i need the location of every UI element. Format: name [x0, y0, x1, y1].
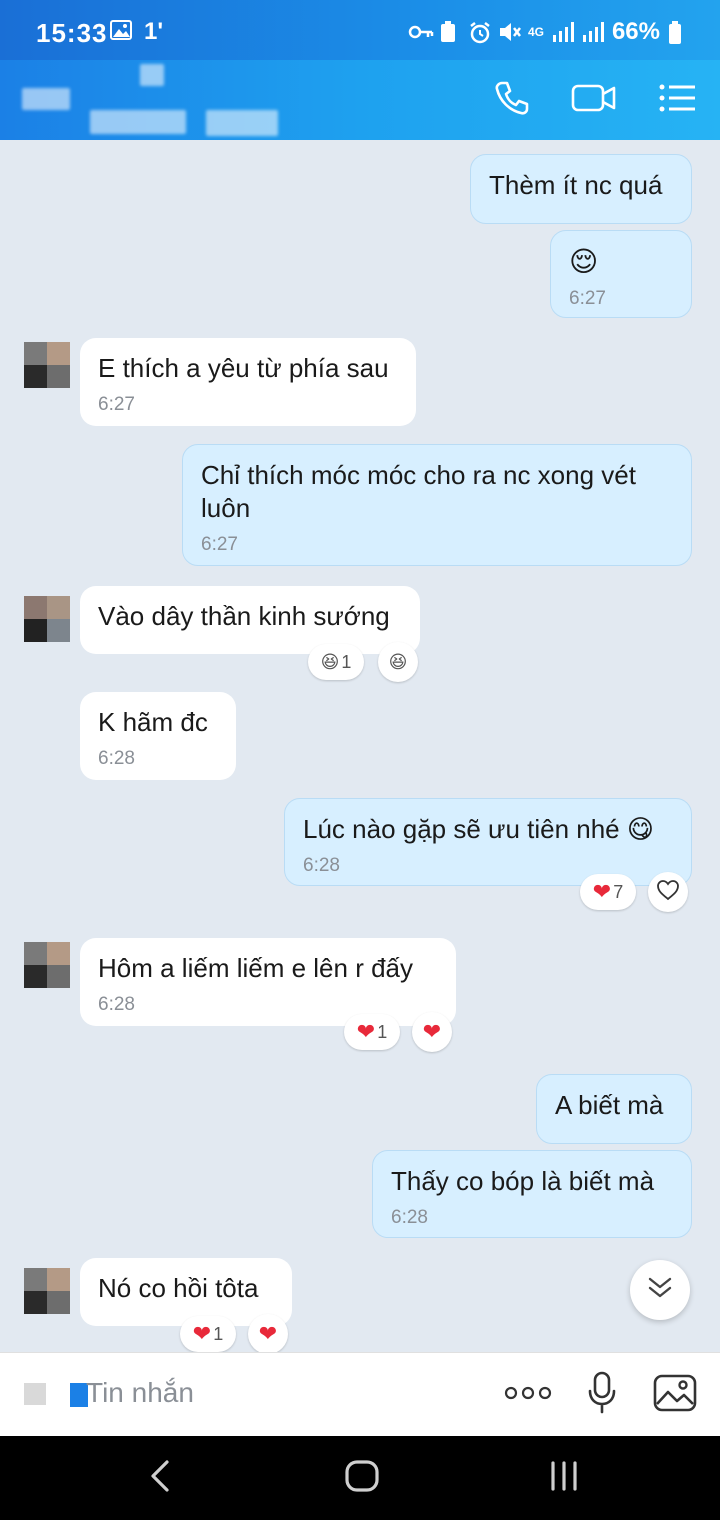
add-reaction-button[interactable] — [648, 872, 688, 912]
message-time: 6:27 — [569, 288, 606, 309]
gallery-button[interactable] — [652, 1373, 698, 1417]
heart-reaction-icon: ❤ — [192, 1321, 212, 1346]
message-text: Thấy co bóp là biết mà — [391, 1166, 655, 1196]
message-bubble-outgoing[interactable]: A biết mà — [536, 1074, 692, 1144]
double-chevron-down-icon — [647, 1276, 673, 1305]
options-menu-button[interactable] — [654, 78, 702, 122]
voice-record-button[interactable] — [584, 1371, 620, 1420]
battery-percent: 66% — [611, 18, 660, 45]
gallery-icon — [110, 20, 132, 45]
message-bubble-outgoing[interactable]: 😌 6:27 — [550, 230, 692, 318]
heart-outline-icon — [656, 879, 680, 906]
message-bubble-incoming[interactable]: Hôm a liếm liếm e lên r đấy 6:28 — [80, 938, 456, 1026]
menu-icon — [658, 82, 698, 119]
message-text: E thích a yêu từ phía sau — [98, 353, 389, 383]
avatar[interactable] — [24, 342, 70, 388]
message-input-bar: Tin nhắn — [0, 1352, 720, 1436]
reaction-count: 1 — [341, 651, 352, 672]
heart-reaction-icon: ❤ — [356, 1019, 376, 1044]
status-time: 15:33 — [36, 18, 108, 48]
battery-icon — [668, 21, 690, 44]
add-reaction-button[interactable]: ❤ — [412, 1012, 452, 1052]
reaction-summary[interactable]: 😆 1 — [308, 644, 364, 680]
message-text: Nó co hồi tôta — [98, 1273, 259, 1303]
sticker-icon[interactable] — [24, 1383, 46, 1405]
network-type: 4G — [527, 25, 544, 39]
scroll-to-bottom-button[interactable] — [630, 1260, 690, 1320]
message-text: 😌 — [569, 246, 599, 277]
recents-button[interactable] — [544, 1458, 584, 1498]
back-button[interactable] — [140, 1458, 180, 1498]
reaction-count: 1 — [213, 1323, 224, 1344]
system-navigation-bar — [0, 1436, 720, 1520]
recycle-icon — [438, 21, 460, 43]
status-extra: 1' — [144, 18, 164, 45]
message-bubble-incoming[interactable]: K hãm đc 6:28 — [80, 692, 236, 780]
message-input[interactable]: Tin nhắn — [86, 1377, 194, 1409]
video-icon — [571, 81, 617, 120]
video-call-button[interactable] — [570, 78, 618, 122]
message-bubble-incoming[interactable]: Vào dây thần kinh sướng — [80, 586, 420, 654]
key-icon — [408, 21, 434, 43]
message-bubble-outgoing[interactable]: Thèm ít nc quá — [470, 154, 692, 224]
home-button[interactable] — [342, 1458, 382, 1498]
alarm-icon — [468, 21, 490, 44]
heart-icon: ❤ — [258, 1321, 278, 1346]
add-reaction-button[interactable]: 😆 — [378, 642, 418, 682]
signal-icon-2 — [582, 21, 604, 43]
message-time: 6:28 — [98, 748, 135, 769]
message-bubble-incoming[interactable]: E thích a yêu từ phía sau 6:27 — [80, 338, 416, 426]
message-bubble-outgoing[interactable]: Chỉ thích móc móc cho ra nc xong vét luô… — [182, 444, 692, 566]
message-bubble-outgoing[interactable]: Thấy co bóp là biết mà 6:28 — [372, 1150, 692, 1238]
message-text: A biết mà — [555, 1090, 664, 1120]
message-list[interactable]: Thèm ít nc quá 😌 6:27 E thích a yêu từ p… — [0, 140, 720, 1352]
reaction-count: 7 — [613, 881, 624, 902]
status-bar: 15:33 1' 4G 66% — [0, 0, 720, 60]
message-text: Chỉ thích móc móc cho ra nc xong vét luô… — [201, 460, 636, 523]
phone-call-button[interactable] — [488, 78, 536, 122]
more-dots-icon — [504, 1385, 552, 1406]
microphone-icon — [587, 1371, 617, 1420]
heart-icon: ❤ — [422, 1019, 442, 1044]
message-time: 6:27 — [201, 534, 238, 555]
back-chevron-icon — [148, 1459, 172, 1498]
chat-header — [0, 60, 720, 140]
message-bubble-outgoing[interactable]: Lúc nào gặp sẽ ưu tiên nhé 😋 6:28 — [284, 798, 692, 886]
message-time: 6:27 — [98, 394, 135, 415]
message-text: Lúc nào gặp sẽ ưu tiên nhé 😋 — [303, 814, 654, 844]
add-reaction-button[interactable]: ❤ — [248, 1314, 288, 1352]
more-options-button[interactable] — [502, 1373, 554, 1417]
message-text: Thèm ít nc quá — [489, 170, 663, 200]
laugh-reaction-icon: 😆 — [388, 651, 408, 672]
message-text: K hãm đc — [98, 707, 208, 737]
home-icon — [344, 1459, 380, 1498]
reaction-summary[interactable]: ❤ 1 — [344, 1014, 400, 1050]
phone-icon — [492, 78, 532, 123]
message-time: 6:28 — [98, 994, 135, 1015]
recents-icon — [547, 1459, 581, 1498]
mute-icon — [498, 21, 521, 43]
laugh-reaction-icon: 😆 — [320, 651, 340, 672]
message-text: Hôm a liếm liếm e lên r đấy — [98, 953, 413, 983]
avatar[interactable] — [24, 596, 70, 642]
reaction-summary[interactable]: ❤ 7 — [580, 874, 636, 910]
signal-icon — [552, 21, 574, 43]
avatar[interactable] — [24, 942, 70, 988]
image-icon — [653, 1374, 697, 1417]
reaction-count: 1 — [377, 1021, 388, 1042]
message-text: Vào dây thần kinh sướng — [98, 601, 390, 631]
reaction-summary[interactable]: ❤ 1 — [180, 1316, 236, 1352]
message-time: 6:28 — [391, 1207, 428, 1228]
heart-reaction-icon: ❤ — [592, 879, 612, 904]
avatar[interactable] — [24, 1268, 70, 1314]
